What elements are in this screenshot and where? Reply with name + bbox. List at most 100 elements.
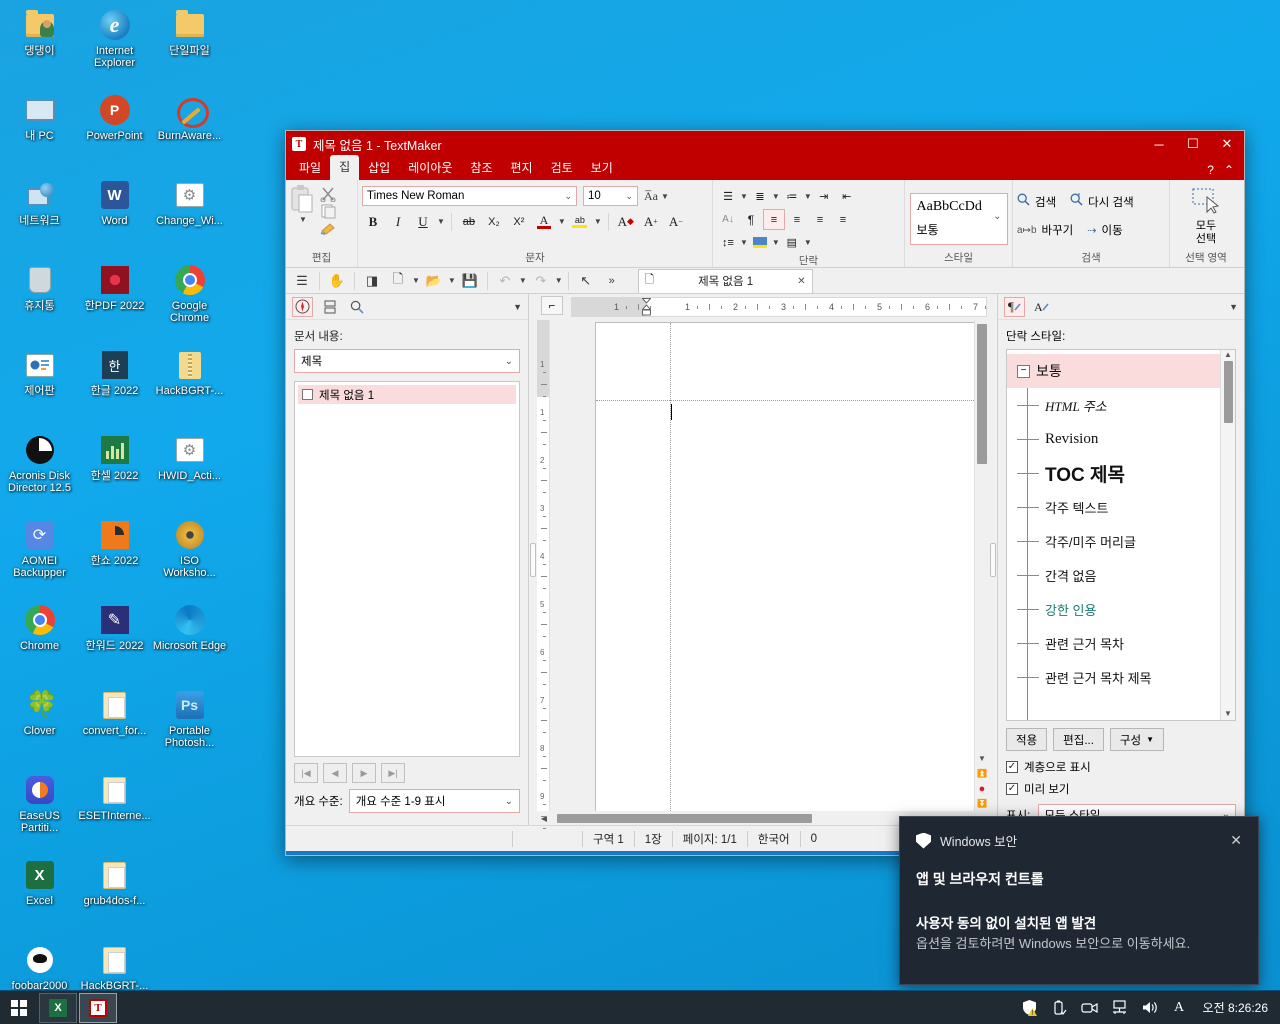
outline-level-select[interactable]: 개요 수준 1-9 표시 ⌄: [348, 789, 520, 813]
desktop-icon[interactable]: 네트워크: [2, 174, 77, 259]
align-right-button[interactable]: ≡: [809, 209, 831, 230]
show-formatting-marks-button[interactable]: ¶: [740, 209, 762, 230]
undo-icon[interactable]: ↶: [493, 270, 517, 292]
menu-item-3[interactable]: 레이아웃: [399, 156, 461, 180]
character-style-icon[interactable]: A: [1031, 297, 1052, 317]
usb-eject-icon[interactable]: [1051, 999, 1068, 1016]
edit-style-button[interactable]: 편집...: [1053, 728, 1104, 751]
horizontal-scroll-thumb[interactable]: [557, 814, 812, 823]
desktop-icon[interactable]: ⚙ HWID_Acti...: [152, 429, 227, 514]
style-list-item[interactable]: − 보통: [1007, 354, 1220, 388]
desktop-icon[interactable]: convert_for...: [77, 684, 152, 769]
save-icon[interactable]: 💾: [458, 270, 482, 292]
style-dropdown-caret[interactable]: ⌄: [993, 211, 1001, 222]
redo-icon[interactable]: ↷: [529, 270, 553, 292]
subscript-button[interactable]: X₂: [483, 211, 505, 232]
camera-icon[interactable]: [1080, 999, 1098, 1016]
collapse-icon[interactable]: −: [1017, 364, 1030, 378]
open-folder-icon[interactable]: 📂: [422, 270, 446, 292]
style-list-scrollbar[interactable]: ▲ ▼: [1220, 350, 1235, 720]
multilevel-list-button[interactable]: ≔: [781, 186, 803, 207]
find-button[interactable]: 검색: [1017, 193, 1056, 211]
borders-caret[interactable]: ▼: [804, 238, 812, 247]
style-list-item[interactable]: 각주/미주 머리글: [1007, 524, 1220, 558]
cut-icon[interactable]: [320, 187, 337, 202]
goto-button[interactable]: ⇢ 이동: [1087, 222, 1122, 238]
scroll-left-icon[interactable]: ◀: [537, 811, 551, 825]
next-page-icon[interactable]: ⏬: [976, 796, 989, 811]
browse-object-icon[interactable]: ●: [976, 781, 989, 796]
numbered-list-caret[interactable]: ▼: [772, 192, 780, 201]
document-tab-close-icon[interactable]: ✕: [797, 276, 805, 287]
borders-button[interactable]: ▤: [781, 232, 803, 253]
font-size-combo[interactable]: 10 ⌄: [583, 186, 638, 206]
line-spacing-button[interactable]: ↕≡: [717, 232, 739, 253]
list-item[interactable]: 제목 없음 1: [298, 385, 516, 404]
style-list-item[interactable]: 강한 인용: [1007, 592, 1220, 626]
left-splitter[interactable]: [529, 294, 537, 825]
decrease-font-size-button[interactable]: A −: [665, 211, 687, 232]
format-painter-icon[interactable]: [320, 221, 337, 235]
desktop-icon[interactable]: ✎ 한워드 2022: [77, 599, 152, 684]
network-icon[interactable]: [1111, 999, 1128, 1016]
desktop-icon[interactable]: Microsoft Edge: [152, 599, 227, 684]
desktop-icon[interactable]: grub4dos-f...: [77, 854, 152, 939]
desktop-icon[interactable]: ISO Worksho...: [152, 514, 227, 599]
select-all-icon[interactable]: [1190, 188, 1222, 219]
previous-item-button[interactable]: ◀: [323, 763, 347, 783]
highlight-caret[interactable]: ▼: [594, 217, 602, 226]
font-color-caret[interactable]: ▼: [558, 217, 566, 226]
desktop-icon[interactable]: 🍀 Clover: [2, 684, 77, 769]
show-hierarchy-checkbox-row[interactable]: ✓ 계층으로 표시: [1006, 756, 1236, 778]
replace-button[interactable]: a↦b 바꾸기: [1017, 222, 1073, 238]
document-contents-select[interactable]: 제목 ⌄: [294, 349, 520, 373]
scroll-down-icon[interactable]: ▼: [976, 751, 989, 766]
superscript-button[interactable]: X²: [508, 211, 530, 232]
excel-taskbar-item[interactable]: X: [39, 992, 77, 1023]
ime-icon[interactable]: A: [1171, 999, 1188, 1016]
align-left-button[interactable]: ≡: [763, 209, 785, 230]
shading-button[interactable]: [749, 232, 771, 253]
new-document-icon[interactable]: 🗋: [386, 270, 410, 292]
desktop-icon[interactable]: W Word: [77, 174, 152, 259]
vertical-ruler[interactable]: 1 1 2 3 4 5 6 7 8 9: [537, 320, 550, 829]
desktop-icon[interactable]: BurnAware...: [152, 89, 227, 174]
volume-icon[interactable]: [1141, 999, 1158, 1016]
sidebar-toggle-icon[interactable]: ☰: [290, 270, 314, 292]
desktop-icon[interactable]: e Internet Explorer: [77, 4, 152, 89]
windows-security-notification[interactable]: Windows 보안 ✕ 앱 및 브라우저 컨트롤 사용자 동의 없이 설치된 …: [899, 816, 1259, 985]
decrease-indent-button[interactable]: ⇤: [836, 186, 858, 207]
navigation-panel-menu-caret[interactable]: ▼: [513, 302, 522, 312]
menu-item-0[interactable]: 파일: [290, 156, 330, 180]
bullet-list-caret[interactable]: ▼: [740, 192, 748, 201]
menu-item-7[interactable]: 보기: [582, 156, 622, 180]
select-object-icon[interactable]: ↖: [574, 270, 598, 292]
desktop-icon[interactable]: Acronis Disk Director 12.5: [2, 429, 77, 514]
panel-search-icon[interactable]: [346, 297, 367, 317]
underline-button[interactable]: U: [412, 211, 434, 232]
bullet-list-button[interactable]: ☰: [717, 186, 739, 207]
hand-tool-icon[interactable]: ✋: [325, 270, 349, 292]
desktop-icon[interactable]: Ps Portable Photosh...: [152, 684, 227, 769]
next-item-button[interactable]: ▶: [352, 763, 376, 783]
document-contents-list[interactable]: 제목 없음 1: [294, 381, 520, 757]
help-icon[interactable]: ?: [1207, 163, 1214, 177]
minimize-button[interactable]: ─: [1142, 131, 1176, 157]
collapse-ribbon-icon[interactable]: ⌃: [1224, 163, 1234, 177]
desktop-icon[interactable]: EaseUS Partiti...: [2, 769, 77, 854]
paste-dropdown-caret[interactable]: ▼: [299, 215, 307, 224]
increase-indent-button[interactable]: ⇥: [813, 186, 835, 207]
desktop-icon[interactable]: P PowerPoint: [77, 89, 152, 174]
style-list-scroll-thumb[interactable]: [1223, 361, 1233, 423]
start-button[interactable]: [0, 991, 38, 1024]
textmaker-taskbar-item[interactable]: T: [79, 992, 117, 1023]
desktop-icon[interactable]: 휴지통: [2, 259, 77, 344]
document-page[interactable]: [595, 322, 974, 811]
style-list-item[interactable]: 각주 텍스트: [1007, 490, 1220, 524]
first-item-button[interactable]: |◀: [294, 763, 318, 783]
preview-checkbox[interactable]: ✓: [1006, 783, 1018, 795]
menu-item-6[interactable]: 검토: [542, 156, 582, 180]
tab-stop-selector[interactable]: ⌐: [541, 296, 563, 315]
preview-checkbox-row[interactable]: ✓ 미리 보기: [1006, 778, 1236, 800]
change-case-caret[interactable]: ▼: [661, 192, 669, 201]
